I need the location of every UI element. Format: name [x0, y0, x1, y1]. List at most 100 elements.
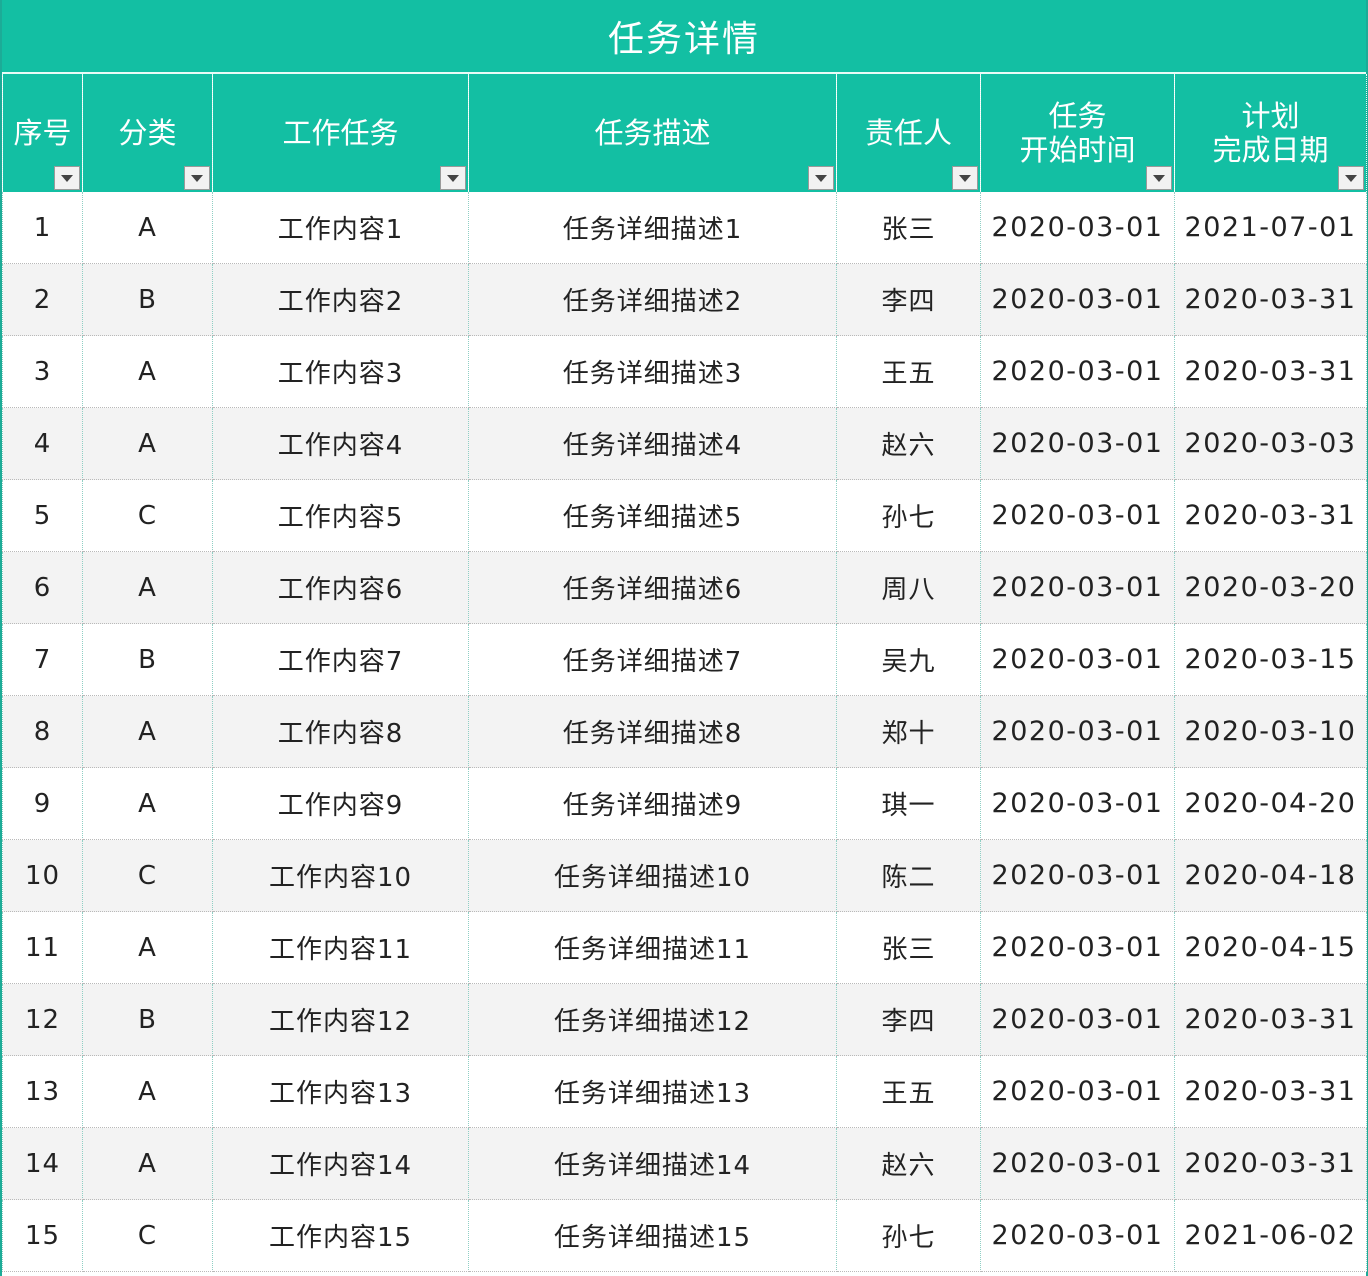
cell-owner[interactable]: 赵六 — [836, 1127, 981, 1200]
cell-description[interactable]: 任务详细描述4 — [468, 407, 837, 480]
cell-category[interactable]: A — [82, 767, 213, 840]
cell-owner[interactable]: 赵六 — [836, 407, 981, 480]
cell-owner[interactable]: 张三 — [836, 911, 981, 984]
cell-category[interactable]: B — [82, 623, 213, 696]
cell-owner[interactable]: 李四 — [836, 263, 981, 336]
cell-description[interactable]: 任务详细描述15 — [468, 1199, 837, 1272]
cell-due-date[interactable]: 2020-03-31 — [1174, 1127, 1367, 1200]
cell-no[interactable]: 5 — [2, 479, 83, 552]
cell-task[interactable]: 工作内容2 — [212, 263, 469, 336]
cell-start-time[interactable]: 2020-03-01 — [980, 192, 1175, 264]
cell-task[interactable]: 工作内容10 — [212, 839, 469, 912]
cell-category[interactable]: A — [82, 192, 213, 264]
cell-due-date[interactable]: 2020-03-15 — [1174, 623, 1367, 696]
cell-description[interactable]: 任务详细描述9 — [468, 767, 837, 840]
cell-description[interactable]: 任务详细描述3 — [468, 335, 837, 408]
cell-category[interactable]: A — [82, 1055, 213, 1128]
cell-category[interactable]: B — [82, 263, 213, 336]
cell-no[interactable]: 12 — [2, 983, 83, 1056]
cell-task[interactable]: 工作内容3 — [212, 335, 469, 408]
cell-due-date[interactable]: 2021-07-01 — [1174, 192, 1367, 264]
cell-category[interactable]: A — [82, 695, 213, 768]
cell-category[interactable]: A — [82, 911, 213, 984]
cell-task[interactable]: 工作内容15 — [212, 1199, 469, 1272]
cell-start-time[interactable]: 2020-03-01 — [980, 1055, 1175, 1128]
cell-no[interactable]: 9 — [2, 767, 83, 840]
cell-description[interactable]: 任务详细描述8 — [468, 695, 837, 768]
filter-dropdown-button[interactable] — [54, 166, 80, 190]
cell-description[interactable]: 任务详细描述10 — [468, 839, 837, 912]
cell-task[interactable]: 工作内容4 — [212, 407, 469, 480]
cell-owner[interactable]: 李四 — [836, 983, 981, 1056]
cell-start-time[interactable]: 2020-03-01 — [980, 263, 1175, 336]
cell-start-time[interactable]: 2020-03-01 — [980, 983, 1175, 1056]
cell-no[interactable]: 3 — [2, 335, 83, 408]
cell-category[interactable]: A — [82, 407, 213, 480]
cell-task[interactable]: 工作内容13 — [212, 1055, 469, 1128]
cell-task[interactable]: 工作内容9 — [212, 767, 469, 840]
cell-description[interactable]: 任务详细描述14 — [468, 1127, 837, 1200]
cell-no[interactable]: 7 — [2, 623, 83, 696]
filter-dropdown-button[interactable] — [808, 166, 834, 190]
cell-task[interactable]: 工作内容8 — [212, 695, 469, 768]
filter-dropdown-button[interactable] — [952, 166, 978, 190]
cell-owner[interactable]: 孙七 — [836, 1199, 981, 1272]
cell-owner[interactable]: 张三 — [836, 192, 981, 264]
cell-start-time[interactable]: 2020-03-01 — [980, 623, 1175, 696]
cell-owner[interactable]: 郑十 — [836, 695, 981, 768]
cell-due-date[interactable]: 2020-03-31 — [1174, 335, 1367, 408]
cell-task[interactable]: 工作内容11 — [212, 911, 469, 984]
cell-due-date[interactable]: 2020-04-15 — [1174, 911, 1367, 984]
cell-owner[interactable]: 周八 — [836, 551, 981, 624]
cell-due-date[interactable]: 2020-03-10 — [1174, 695, 1367, 768]
filter-dropdown-button[interactable] — [184, 166, 210, 190]
cell-description[interactable]: 任务详细描述6 — [468, 551, 837, 624]
cell-start-time[interactable]: 2020-03-01 — [980, 839, 1175, 912]
cell-owner[interactable]: 孙七 — [836, 479, 981, 552]
cell-description[interactable]: 任务详细描述13 — [468, 1055, 837, 1128]
cell-category[interactable]: C — [82, 479, 213, 552]
cell-task[interactable]: 工作内容1 — [212, 192, 469, 264]
cell-due-date[interactable]: 2020-04-20 — [1174, 767, 1367, 840]
cell-due-date[interactable]: 2020-03-31 — [1174, 479, 1367, 552]
cell-due-date[interactable]: 2020-04-18 — [1174, 839, 1367, 912]
cell-no[interactable]: 13 — [2, 1055, 83, 1128]
cell-due-date[interactable]: 2021-06-02 — [1174, 1199, 1367, 1272]
cell-start-time[interactable]: 2020-03-01 — [980, 911, 1175, 984]
filter-dropdown-button[interactable] — [1338, 166, 1364, 190]
cell-no[interactable]: 14 — [2, 1127, 83, 1200]
cell-start-time[interactable]: 2020-03-01 — [980, 407, 1175, 480]
cell-owner[interactable]: 王五 — [836, 1055, 981, 1128]
cell-due-date[interactable]: 2020-03-31 — [1174, 263, 1367, 336]
cell-due-date[interactable]: 2020-03-31 — [1174, 1055, 1367, 1128]
cell-no[interactable]: 15 — [2, 1199, 83, 1272]
cell-description[interactable]: 任务详细描述11 — [468, 911, 837, 984]
cell-task[interactable]: 工作内容14 — [212, 1127, 469, 1200]
cell-description[interactable]: 任务详细描述5 — [468, 479, 837, 552]
cell-task[interactable]: 工作内容5 — [212, 479, 469, 552]
cell-task[interactable]: 工作内容6 — [212, 551, 469, 624]
cell-no[interactable]: 8 — [2, 695, 83, 768]
cell-no[interactable]: 1 — [2, 192, 83, 264]
cell-category[interactable]: C — [82, 1199, 213, 1272]
cell-owner[interactable]: 王五 — [836, 335, 981, 408]
cell-category[interactable]: B — [82, 983, 213, 1056]
cell-description[interactable]: 任务详细描述2 — [468, 263, 837, 336]
cell-description[interactable]: 任务详细描述7 — [468, 623, 837, 696]
cell-owner[interactable]: 陈二 — [836, 839, 981, 912]
cell-category[interactable]: A — [82, 335, 213, 408]
cell-no[interactable]: 10 — [2, 839, 83, 912]
cell-no[interactable]: 2 — [2, 263, 83, 336]
cell-owner[interactable]: 吴九 — [836, 623, 981, 696]
cell-category[interactable]: A — [82, 1127, 213, 1200]
cell-owner[interactable]: 琪一 — [836, 767, 981, 840]
cell-category[interactable]: A — [82, 551, 213, 624]
cell-start-time[interactable]: 2020-03-01 — [980, 551, 1175, 624]
cell-task[interactable]: 工作内容7 — [212, 623, 469, 696]
cell-start-time[interactable]: 2020-03-01 — [980, 479, 1175, 552]
cell-description[interactable]: 任务详细描述1 — [468, 192, 837, 264]
cell-due-date[interactable]: 2020-03-03 — [1174, 407, 1367, 480]
filter-dropdown-button[interactable] — [1146, 166, 1172, 190]
cell-task[interactable]: 工作内容12 — [212, 983, 469, 1056]
cell-due-date[interactable]: 2020-03-31 — [1174, 983, 1367, 1056]
